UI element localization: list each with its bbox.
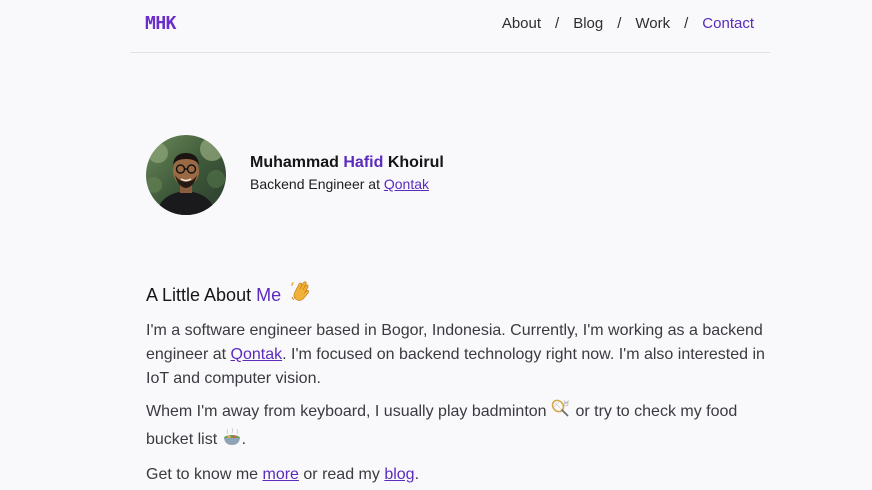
role-prefix: Backend Engineer at — [250, 176, 380, 192]
nav-separator: / — [555, 15, 560, 32]
name-last: Khoirul — [387, 154, 444, 171]
qontak-link[interactable]: Qontak — [231, 346, 283, 363]
waving-hand-icon — [290, 280, 312, 309]
p3-text-end: . — [414, 466, 420, 483]
about-paragraph-3: Get to know me more or read my blog. — [146, 463, 766, 487]
p3-text: Get to know me — [146, 466, 259, 483]
profile-text: Muhammad Hafid Khoirul Backend Engineer … — [250, 152, 444, 194]
avatar — [146, 135, 226, 215]
page: MHK About / Blog / Work / Contact Muhamm… — [0, 0, 872, 490]
profile-role: Backend Engineer at Qontak — [250, 174, 444, 194]
about-heading-text: A Little About — [146, 284, 252, 305]
profile-card: Muhammad Hafid Khoirul Backend Engineer … — [146, 135, 444, 215]
about-heading: A Little About Me — [146, 280, 766, 309]
name-first: Muhammad — [250, 154, 339, 171]
p2-text: Whem I'm away from keyboard, I usually p… — [146, 403, 547, 420]
nav-item-contact[interactable]: Contact — [702, 15, 754, 32]
about-heading-accent: Me — [256, 284, 282, 305]
nav-menu: About / Blog / Work / Contact — [502, 15, 754, 32]
profile-name: Muhammad Hafid Khoirul — [250, 152, 444, 174]
blog-link[interactable]: blog — [384, 466, 414, 483]
p3-text-mid: or read my — [303, 466, 380, 483]
about-paragraph-2: Whem I'm away from keyboard, I usually p… — [146, 399, 766, 455]
nav-separator: / — [617, 15, 622, 32]
nav-item-work[interactable]: Work — [635, 15, 670, 32]
more-link[interactable]: more — [263, 466, 299, 483]
p2-text-end: . — [241, 431, 247, 448]
nav-separator: / — [684, 15, 689, 32]
about-section: A Little About Me I'm a software engineer… — [146, 280, 766, 490]
company-link[interactable]: Qontak — [384, 176, 429, 192]
food-bowl-icon — [222, 427, 242, 455]
nav-item-blog[interactable]: Blog — [573, 15, 603, 32]
about-paragraph-1: I'm a software engineer based in Bogor, … — [146, 319, 766, 391]
name-middle: Hafid — [343, 154, 384, 171]
badminton-icon — [551, 399, 571, 427]
top-navigation: MHK About / Blog / Work / Contact — [130, 0, 770, 53]
nav-item-about[interactable]: About — [502, 15, 541, 32]
site-logo[interactable]: MHK — [145, 13, 177, 34]
